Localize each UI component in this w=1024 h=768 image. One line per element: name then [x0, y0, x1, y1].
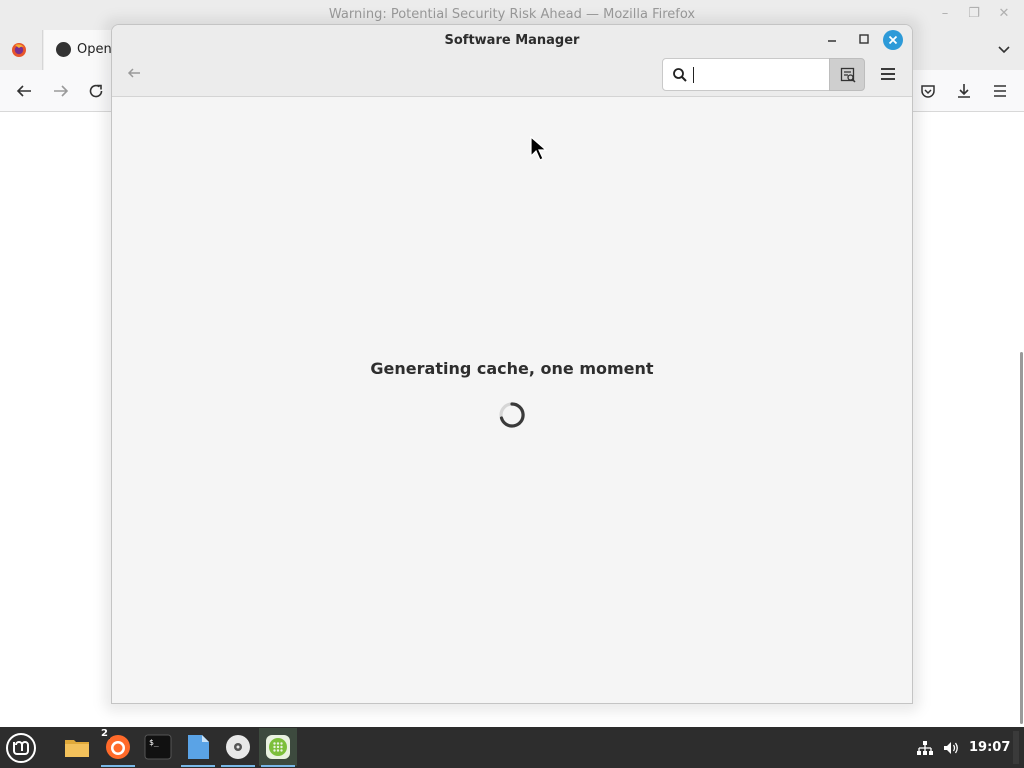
loading-spinner-icon — [499, 402, 525, 428]
taskbar-app-document[interactable] — [179, 728, 217, 767]
terminal-icon: $_ — [144, 734, 172, 760]
software-manager-headerbar: Software Manager — [112, 25, 912, 97]
firefox-menu-icon[interactable] — [991, 82, 1009, 100]
minimize-icon[interactable] — [824, 31, 840, 47]
folder-icon — [65, 740, 89, 757]
back-arrow-icon[interactable] — [15, 82, 33, 100]
downloads-icon[interactable] — [955, 82, 973, 100]
text-caret — [693, 67, 694, 83]
firefox-scrollbar[interactable] — [1020, 352, 1023, 724]
disc-icon — [226, 735, 250, 759]
forward-arrow-icon[interactable] — [52, 82, 70, 100]
clock[interactable]: 19:07 — [969, 740, 1010, 755]
svg-text:$_: $_ — [149, 738, 159, 747]
firefox-close-button[interactable]: ✕ — [995, 5, 1013, 23]
search-input[interactable] — [691, 65, 821, 85]
show-desktop-button[interactable] — [1013, 731, 1019, 764]
maximize-icon[interactable] — [856, 31, 872, 47]
status-message: Generating cache, one moment — [370, 359, 654, 378]
taskbar-app-disc[interactable] — [219, 728, 257, 767]
taskbar-app-terminal[interactable]: $_ — [139, 728, 177, 766]
software-manager-icon — [266, 735, 290, 759]
window-title: Software Manager — [444, 33, 580, 48]
taskbar-app-firefox[interactable]: 2 — [99, 728, 137, 767]
window-count-badge: 2 — [99, 728, 110, 739]
back-arrow-icon[interactable] — [126, 65, 142, 81]
firefox-view-icon[interactable] — [11, 42, 27, 58]
search-in-summary-toggle[interactable] — [829, 58, 865, 91]
tab-favicon-icon — [56, 42, 71, 57]
taskbar-app-software-manager[interactable] — [259, 728, 297, 767]
network-icon[interactable] — [916, 739, 934, 757]
volume-icon[interactable] — [942, 739, 960, 757]
close-button[interactable] — [883, 30, 903, 50]
hamburger-menu-icon[interactable] — [879, 65, 897, 83]
pocket-icon[interactable] — [919, 82, 937, 100]
mint-menu-icon[interactable] — [5, 732, 37, 764]
list-all-tabs-icon[interactable] — [996, 41, 1012, 57]
content-area: Generating cache, one moment — [112, 97, 912, 703]
reload-icon[interactable] — [87, 82, 105, 100]
search-options-icon — [840, 67, 856, 83]
firefox-restore-button[interactable]: ❐ — [965, 5, 983, 23]
document-icon — [188, 735, 209, 759]
tab-separator — [42, 30, 43, 70]
taskbar: 2 $_ 19:07 — [0, 727, 1024, 768]
close-icon — [888, 35, 898, 45]
search-icon — [673, 68, 687, 82]
firefox-minimize-button[interactable]: – — [936, 5, 954, 23]
mouse-cursor-icon — [530, 136, 548, 161]
software-manager-window: Software Manager Generating cache, one m… — [111, 24, 913, 704]
search-field[interactable] — [662, 58, 830, 91]
taskbar-app-files[interactable] — [58, 728, 96, 766]
